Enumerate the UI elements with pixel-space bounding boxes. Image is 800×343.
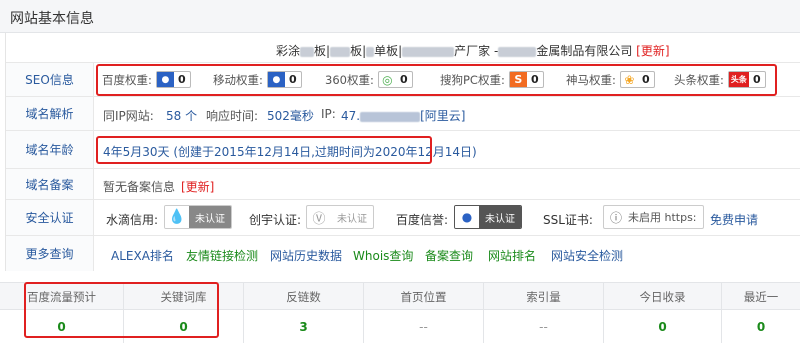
icp-update-link[interactable]: [更新] [181,178,214,195]
more-row: 更多查询 ALEXA排名 友情链接检测 网站历史数据 Whois查询 备案查询 … [6,236,800,271]
age-highlight-box [96,136,432,164]
stat-recent: 最近一 0 [743,290,779,334]
paw-icon: ● [455,206,479,228]
stats-highlight-box [24,282,219,338]
baidu-credit-badge[interactable]: ● 未认证 [454,205,522,229]
link-whois[interactable]: Whois查询 [353,247,413,264]
water-drop-icon: 💧 [165,206,189,228]
icp-row: 域名备案 暂无备案信息 [更新] [6,169,800,200]
shield-v-icon: Ⓥ [312,211,326,227]
ssl-apply-link[interactable]: 免费申请 [710,211,758,228]
security-label: 安全认证 [6,200,94,235]
stat-home-position: 首页位置 -- [364,283,484,343]
age-label: 域名年龄 [6,131,94,168]
info-panel: 彩涂 板| 板| 单板| 产厂家 - 金属制品有限公司 [更新] SEO信息 百度权重: … [5,33,800,271]
link-history[interactable]: 网站历史数据 [270,247,342,264]
shuidi-badge[interactable]: 💧 未认证 [164,205,232,229]
shuidi-label: 水滴信用: [106,213,159,227]
link-icp-query[interactable]: 备案查询 [425,247,473,264]
link-friend-check[interactable]: 友情链接检测 [186,247,258,264]
icp-value: 暂无备案信息 [103,180,176,194]
icp-label: 域名备案 [6,169,94,199]
stat-index: 索引量 -- [484,283,604,343]
company-name: 彩涂 板| 板| 单板| 产厂家 - 金属制品有限公司 [更新] [276,44,670,58]
chuangyu-label: 创宇认证: [249,213,302,227]
link-alexa[interactable]: ALEXA排名 [111,247,174,264]
response-label: 响应时间: [206,109,259,123]
chuangyu-badge[interactable]: Ⓥ 未认证 [306,205,374,229]
ssl-label: SSL证书: [543,213,593,227]
ssl-badge[interactable]: ⓘ 未启用 https: [603,205,704,229]
response-value: 502毫秒 [267,109,314,123]
company-update-link[interactable]: [更新] [636,44,669,58]
company-row: 彩涂 板| 板| 单板| 产厂家 - 金属制品有限公司 [更新] [6,33,800,63]
info-icon: ⓘ [609,210,622,225]
ip-value[interactable]: 47. [阿里云] [341,107,465,124]
link-security-check[interactable]: 网站安全检测 [551,247,623,264]
dns-row: 域名解析 同IP网站: 58 个 响应时间: 502毫秒 IP: 47. [阿里云… [6,97,800,131]
link-site-rank[interactable]: 网站排名 [488,247,536,264]
more-label: 更多查询 [6,236,94,271]
same-ip-label: 同IP网站: [103,109,154,123]
baidu-credit-label: 百度信誉: [396,213,449,227]
section-title: 网站基本信息 [10,11,94,27]
stat-today-indexed: 今日收录 0 [604,283,722,343]
security-row: 安全认证 水滴信用: 💧 未认证 创宇认证: Ⓥ 未认证 百度信誉: ● 未认证… [6,200,800,236]
ip-label: IP: [321,107,336,121]
seo-label: SEO信息 [6,63,94,96]
section-header: 网站基本信息 [0,0,800,33]
same-ip-value[interactable]: 58 个 [166,107,197,124]
seo-highlight-box [96,64,777,96]
dns-label: 域名解析 [6,97,94,130]
stat-backlinks: 反链数 3 [244,283,364,343]
